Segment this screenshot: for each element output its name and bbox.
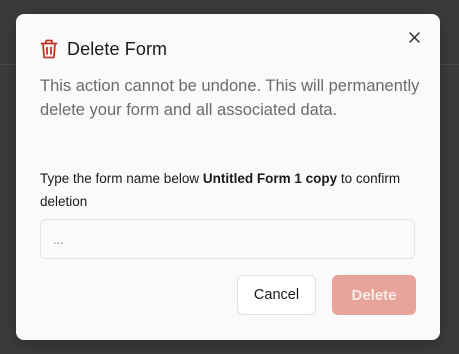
delete-button[interactable]: Delete [332,275,416,315]
cancel-button[interactable]: Cancel [237,275,316,315]
delete-form-dialog: Delete Form This action cannot be undone… [16,14,440,340]
form-name-label: Untitled Form 1 copy [202,171,338,186]
confirmation-instruction: Type the form name below Untitled Form 1… [40,167,420,213]
instruction-prefix: Type the form name below [40,171,203,186]
form-name-confirm-input[interactable] [40,219,415,259]
dialog-header: Delete Form [40,38,167,60]
dialog-title: Delete Form [67,38,168,59]
trash-icon [40,39,58,59]
close-button[interactable] [406,31,422,47]
dialog-description: This action cannot be undone. This will … [40,77,420,119]
close-icon [408,30,420,48]
